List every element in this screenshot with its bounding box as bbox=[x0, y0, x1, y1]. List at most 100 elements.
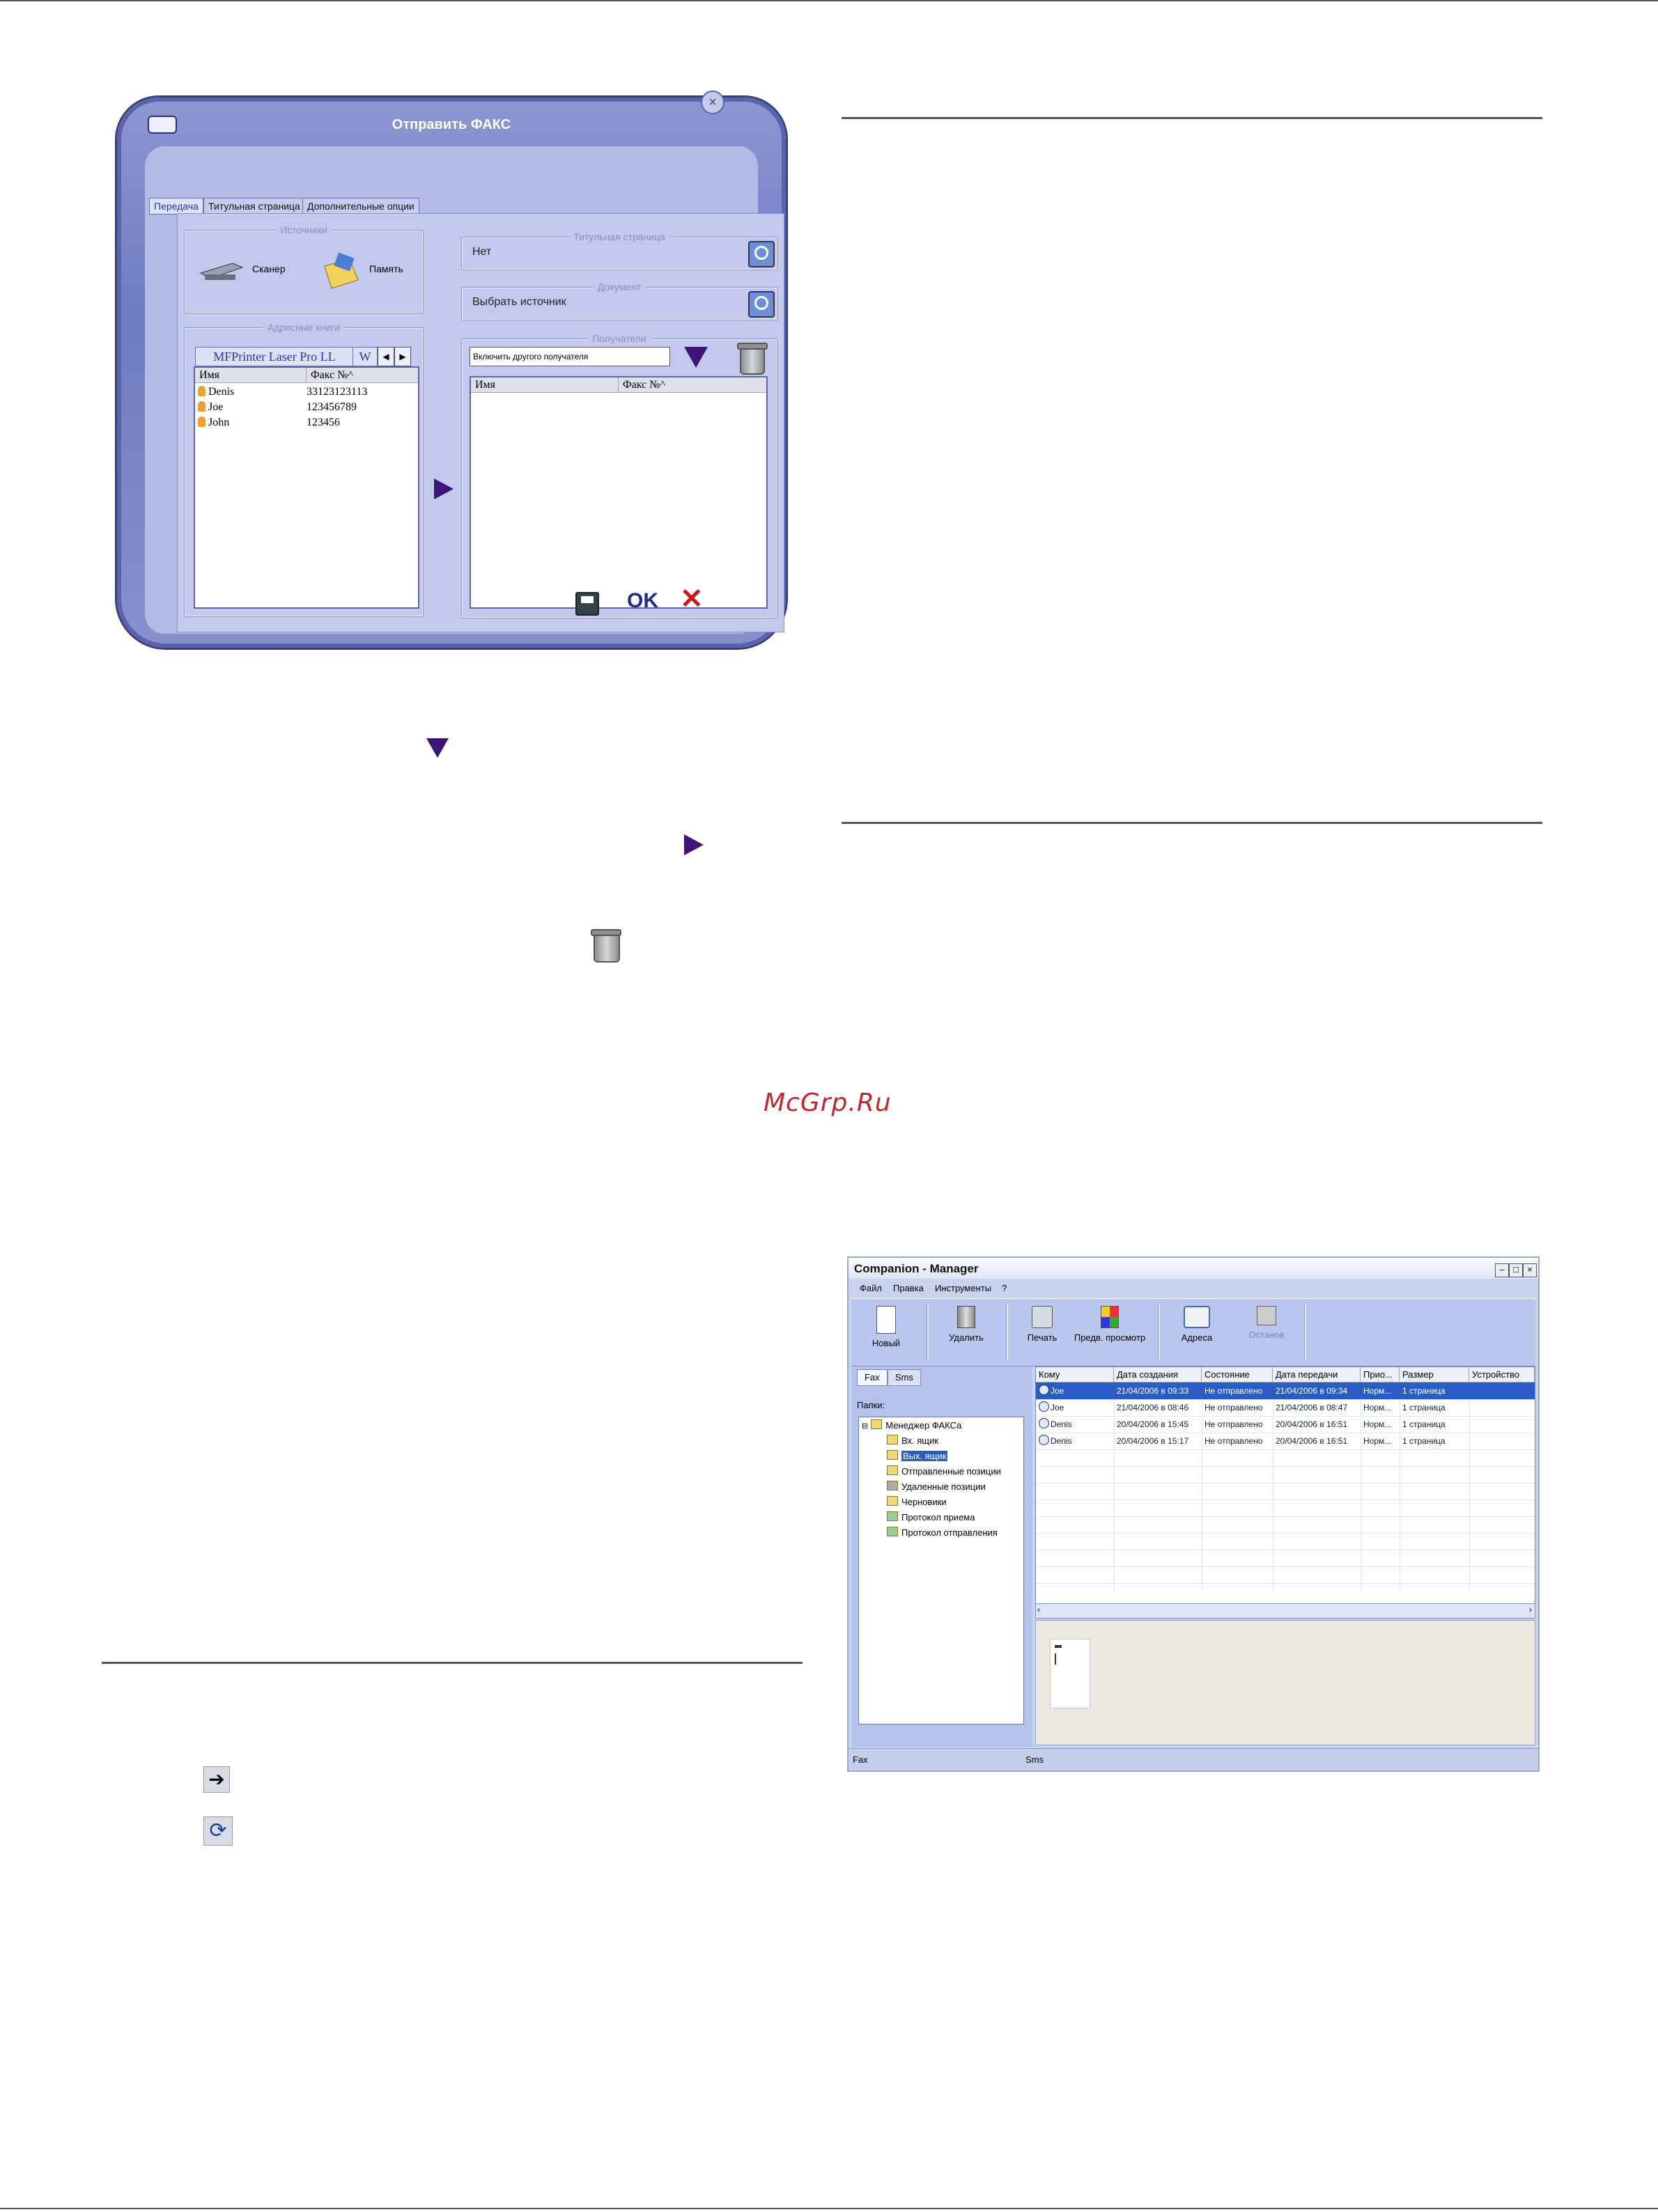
column-device[interactable]: Устройство bbox=[1469, 1367, 1535, 1382]
cover-page-value[interactable]: Нет bbox=[463, 238, 775, 269]
column-to[interactable]: Кому bbox=[1036, 1367, 1114, 1382]
column-size[interactable]: Размер bbox=[1400, 1367, 1469, 1382]
magnifier-icon[interactable] bbox=[748, 291, 775, 318]
tab-fax[interactable]: Fax bbox=[857, 1369, 888, 1386]
tree-root[interactable]: ⊟ Менеджер ФАКСа bbox=[862, 1419, 961, 1433]
cancel-x-icon[interactable]: ✕ bbox=[680, 585, 704, 613]
table-row[interactable]: Denis 20/04/2006 в 15:17 Не отправлено 2… bbox=[1036, 1433, 1535, 1450]
scroll-left-icon[interactable]: ◀ bbox=[378, 347, 394, 366]
column-name[interactable]: Имя bbox=[195, 368, 307, 383]
contact-icon bbox=[198, 401, 206, 412]
menu-edit[interactable]: Правка bbox=[893, 1283, 924, 1293]
preview-pane bbox=[1035, 1620, 1535, 1745]
contact-icon bbox=[198, 416, 206, 427]
column-fax[interactable]: Факс №^ bbox=[307, 368, 418, 383]
column-priority[interactable]: Прио... bbox=[1361, 1367, 1400, 1382]
folder-icon bbox=[887, 1465, 898, 1475]
ok-button[interactable]: OK bbox=[627, 589, 658, 613]
recipients-group: Получатели Включить другого получателя И… bbox=[462, 333, 777, 618]
scroll-right-icon[interactable]: › bbox=[1529, 1605, 1532, 1614]
magnifier-icon[interactable] bbox=[748, 241, 775, 267]
new-button[interactable]: Новый bbox=[865, 1306, 907, 1348]
trash-icon bbox=[887, 1481, 898, 1490]
tree-item-sent[interactable]: Отправленные позиции bbox=[887, 1465, 1001, 1479]
section-rule-3 bbox=[102, 1662, 803, 1664]
menu-tools[interactable]: Инструменты bbox=[935, 1283, 991, 1293]
minimize-icon[interactable]: – bbox=[1495, 1263, 1509, 1277]
tab-transmission[interactable]: Передача bbox=[149, 198, 203, 215]
column-name[interactable]: Имя bbox=[471, 377, 619, 393]
cover-page-group: Титульная страница Нет bbox=[462, 231, 777, 270]
delete-button[interactable]: Удалить bbox=[942, 1306, 991, 1343]
tree-item-outbox[interactable]: Вых. ящик bbox=[887, 1449, 948, 1463]
column-created[interactable]: Дата создания bbox=[1114, 1367, 1202, 1382]
list-item[interactable]: Joe 123456789 bbox=[198, 400, 414, 415]
horizontal-scrollbar[interactable]: ‹ › bbox=[1035, 1603, 1535, 1619]
table-row[interactable]: Denis 20/04/2006 в 15:45 Не отправлено 2… bbox=[1036, 1416, 1535, 1433]
stop-button[interactable]: Останов bbox=[1246, 1306, 1287, 1340]
tree-item-send-log[interactable]: Протокол отправления bbox=[887, 1526, 998, 1540]
contact-fax: 123456 bbox=[307, 416, 340, 428]
recipient-input[interactable]: Включить другого получателя bbox=[470, 347, 670, 366]
address-book-tab-more[interactable]: W bbox=[352, 347, 378, 366]
tab-extra-options[interactable]: Дополнительные опции bbox=[302, 198, 419, 215]
tree-item-receive-log[interactable]: Протокол приема bbox=[887, 1511, 975, 1525]
menu-file[interactable]: Файл bbox=[860, 1283, 882, 1293]
printer-icon bbox=[1032, 1306, 1053, 1328]
column-status[interactable]: Состояние bbox=[1202, 1367, 1273, 1382]
section-rule-1 bbox=[842, 117, 1542, 119]
send-arrow-icon: ➔ bbox=[203, 1766, 230, 1793]
address-books-caption: Адресные книги bbox=[263, 322, 345, 333]
refresh-icon: ⟳ bbox=[203, 1816, 233, 1846]
memory-label[interactable]: Память bbox=[369, 263, 403, 274]
contact-icon bbox=[198, 386, 206, 396]
list-item[interactable]: John 123456 bbox=[198, 415, 414, 430]
addresses-button[interactable]: Адреса bbox=[1176, 1306, 1218, 1343]
scanner-icon[interactable] bbox=[198, 256, 244, 284]
add-recipient-down-arrow-icon[interactable] bbox=[684, 347, 708, 368]
watermark: McGrp.Ru bbox=[764, 1089, 892, 1117]
column-sent[interactable]: Дата передачи bbox=[1273, 1367, 1361, 1382]
tab-cover-page[interactable]: Титульная страница bbox=[203, 198, 305, 215]
close-icon[interactable]: × bbox=[1523, 1263, 1537, 1277]
send-fax-dialog: Отправить ФАКС × Передача Титульная стра… bbox=[117, 91, 786, 648]
column-fax[interactable]: Факс №^ bbox=[619, 377, 766, 393]
status-fax: Fax bbox=[853, 1754, 868, 1765]
preview-button[interactable]: Предв. просмотр bbox=[1071, 1306, 1148, 1343]
memory-folder-icon[interactable] bbox=[322, 252, 361, 291]
left-pane: Fax Sms Папки: ⊟ Менеджер ФАКСа Вх. ящик … bbox=[851, 1366, 1032, 1747]
address-list: Имя Факс №^ Denis 33123123113 Joe 12345678… bbox=[194, 366, 419, 609]
list-item[interactable]: Denis 33123123113 bbox=[198, 384, 414, 400]
tree-item-drafts[interactable]: Черновики bbox=[887, 1495, 947, 1509]
scroll-left-icon[interactable]: ‹ bbox=[1037, 1605, 1040, 1614]
tree-item-deleted[interactable]: Удаленные позиции bbox=[887, 1480, 986, 1494]
scanner-label[interactable]: Сканер bbox=[252, 263, 286, 274]
page-thumbnail[interactable] bbox=[1050, 1639, 1090, 1708]
maximize-icon[interactable]: □ bbox=[1509, 1263, 1523, 1277]
address-book-tab[interactable]: MFPrinter Laser Pro LL bbox=[195, 347, 354, 366]
transmission-panel: Источники Сканер Память Адресные книги M… bbox=[177, 213, 784, 632]
address-books-group: Адресные книги MFPrinter Laser Pro LL W … bbox=[185, 322, 423, 616]
table-row[interactable]: Joe 21/04/2006 в 08:46 Не отправлено 21/… bbox=[1036, 1399, 1535, 1417]
menu-help[interactable]: ? bbox=[1002, 1283, 1007, 1293]
sources-group: Источники Сканер Память bbox=[185, 224, 423, 313]
tab-sms[interactable]: Sms bbox=[888, 1369, 921, 1386]
table-row[interactable]: Joe 21/04/2006 в 09:33 Не отправлено 21/… bbox=[1036, 1382, 1535, 1400]
scroll-right-icon[interactable]: ▶ bbox=[394, 347, 411, 366]
folder-icon bbox=[887, 1435, 898, 1444]
log-icon bbox=[887, 1511, 898, 1521]
print-button[interactable]: Печать bbox=[1021, 1306, 1063, 1343]
close-icon[interactable]: × bbox=[701, 91, 725, 114]
document-value[interactable]: Выбрать источник bbox=[463, 288, 775, 319]
save-icon[interactable] bbox=[575, 592, 599, 616]
tree-item-inbox[interactable]: Вх. ящик bbox=[887, 1434, 938, 1448]
trash-icon bbox=[591, 929, 621, 963]
info-icon bbox=[1039, 1401, 1049, 1412]
add-to-recipients-arrow-icon[interactable] bbox=[434, 478, 454, 499]
trash-icon[interactable] bbox=[737, 343, 768, 375]
status-bar: Fax Sms bbox=[849, 1748, 1538, 1770]
folders-label: Папки: bbox=[857, 1400, 885, 1410]
trash-icon bbox=[957, 1306, 975, 1328]
companion-manager-window: Companion - Manager – □ × Файл Правка Ин… bbox=[847, 1256, 1540, 1772]
sources-caption: Источники bbox=[276, 224, 332, 235]
